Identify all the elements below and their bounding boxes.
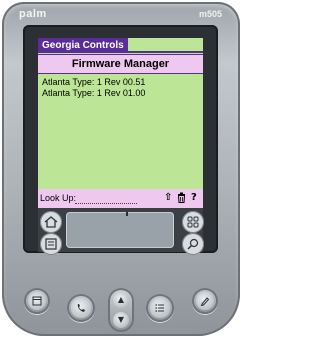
title-bar: Georgia Controls <box>38 38 203 53</box>
help-icon[interactable]: ? <box>191 192 197 204</box>
trash-icon[interactable] <box>177 192 186 207</box>
graffiti-input-box[interactable] <box>66 212 174 248</box>
graffiti-divider-mark <box>126 212 128 216</box>
app-title-tab[interactable]: Georgia Controls <box>38 38 128 53</box>
footer-bar: Look Up: ⇧ ? <box>38 189 203 208</box>
page-title: Firmware Manager <box>38 54 203 74</box>
calculator-icon[interactable] <box>182 211 204 233</box>
date-book-button[interactable] <box>24 288 50 314</box>
address-button[interactable] <box>67 294 95 322</box>
list-item[interactable]: Atlanta Type: 1 Rev 00.51 <box>42 77 145 88</box>
scroll-up-button[interactable]: ▲ <box>113 292 129 308</box>
calendar-icon <box>28 292 46 310</box>
phone-icon <box>71 298 91 318</box>
scroll-buttons: ▲ ▼ <box>108 288 134 332</box>
brand-logo: palm <box>19 8 47 20</box>
graffiti-area[interactable] <box>38 208 203 252</box>
app-screen: Georgia Controls Firmware Manager Atlant… <box>38 38 203 208</box>
pen-icon <box>196 292 214 310</box>
memo-button[interactable] <box>192 288 218 314</box>
model-label: m505 <box>198 9 222 19</box>
scroll-down-button[interactable]: ▼ <box>113 312 129 328</box>
todo-button[interactable] <box>146 294 174 322</box>
menu-icon[interactable] <box>40 233 62 255</box>
lookup-label: Look Up: <box>40 193 77 203</box>
list-item[interactable]: Atlanta Type: 1 Rev 01.00 <box>42 88 145 99</box>
firmware-list: Atlanta Type: 1 Rev 00.51 Atlanta Type: … <box>42 77 145 99</box>
home-icon[interactable] <box>40 211 62 233</box>
find-icon[interactable] <box>182 233 204 255</box>
arrow-up-icon[interactable]: ⇧ <box>164 192 172 204</box>
lookup-input[interactable] <box>75 203 137 204</box>
checklist-icon <box>150 298 170 318</box>
